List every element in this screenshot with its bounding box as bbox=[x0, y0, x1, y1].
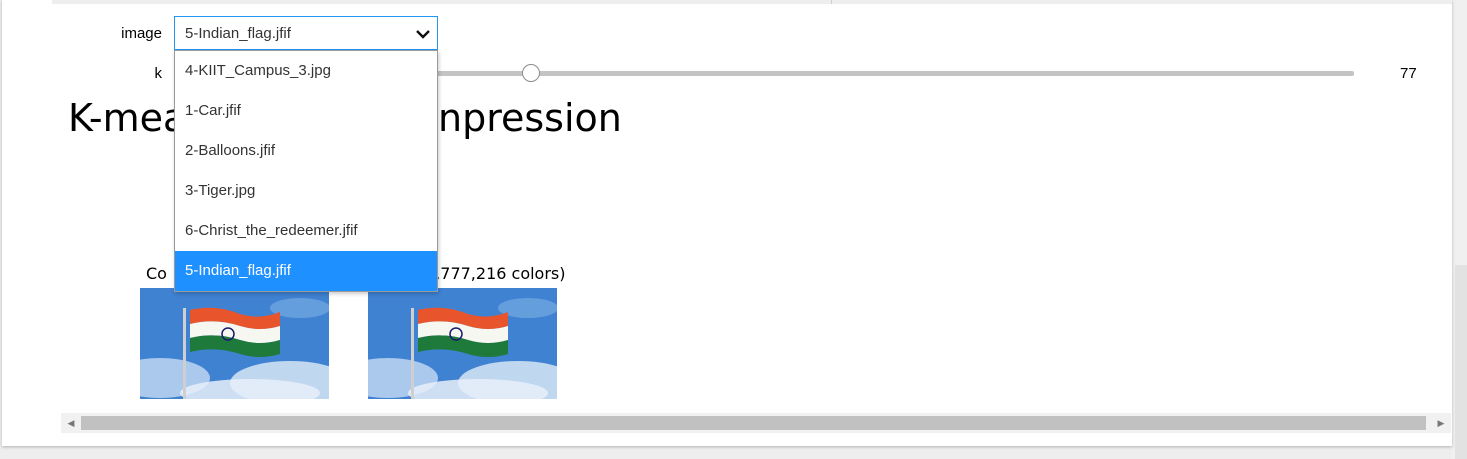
page-scrollbar-area bbox=[1452, 0, 1467, 459]
page-scrollbar[interactable] bbox=[1455, 265, 1467, 459]
image-label: image bbox=[121, 25, 162, 42]
triangle-left-icon[interactable]: ◀ bbox=[61, 413, 81, 433]
image-select-value: 5-Indian_flag.jfif bbox=[185, 25, 291, 42]
horizontal-scrollbar-thumb[interactable] bbox=[81, 416, 1426, 430]
dropdown-option-selected[interactable]: 5-Indian_flag.jfif bbox=[175, 251, 437, 291]
k-slider-handle[interactable] bbox=[522, 64, 540, 82]
cell-top-divider bbox=[831, 0, 832, 4]
compressed-image-title: 6,777,216 colors) bbox=[425, 264, 566, 283]
chevron-down-icon bbox=[416, 30, 430, 39]
dropdown-option[interactable]: 2-Balloons.jfif bbox=[175, 131, 437, 171]
dropdown-option[interactable]: 6-Christ_the_redeemer.jfif bbox=[175, 211, 437, 251]
k-label: k bbox=[154, 65, 163, 82]
output-heading-left: K-mea bbox=[68, 96, 187, 140]
output-heading-right: npression bbox=[438, 96, 622, 140]
image-select[interactable]: 5-Indian_flag.jfif bbox=[174, 16, 438, 50]
dropdown-option[interactable]: 1-Car.jfif bbox=[175, 91, 437, 131]
dropdown-option[interactable]: 4-KIIT_Campus_3.jpg bbox=[175, 51, 437, 91]
horizontal-scrollbar[interactable]: ◀ ▶ bbox=[61, 413, 1451, 433]
original-image-title: Co bbox=[146, 264, 167, 283]
original-image bbox=[140, 288, 329, 399]
triangle-right-icon[interactable]: ▶ bbox=[1431, 413, 1451, 433]
dropdown-option[interactable]: 3-Tiger.jpg bbox=[175, 171, 437, 211]
image-select-dropdown: 4-KIIT_Campus_3.jpg 1-Car.jfif 2-Balloon… bbox=[174, 50, 438, 292]
cell-top-border bbox=[52, 0, 1452, 4]
compressed-image bbox=[368, 288, 557, 399]
notebook-output-cell: image 5-Indian_flag.jfif k 77 K-mea npre… bbox=[2, 0, 1452, 446]
k-value-readout: 77 bbox=[1400, 65, 1417, 82]
